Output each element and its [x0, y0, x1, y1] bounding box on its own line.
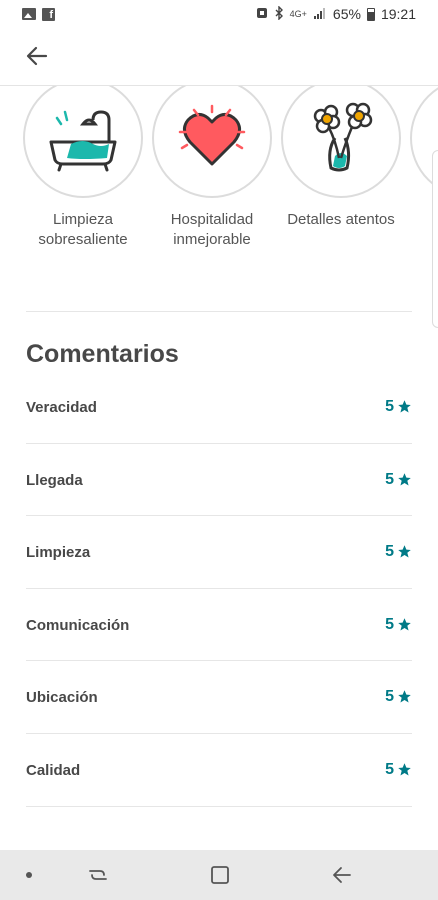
- bluetooth-icon: [274, 4, 284, 23]
- rating-label: Veracidad: [26, 399, 97, 416]
- app-bar: [0, 28, 438, 86]
- highlights-carousel[interactable]: Limpieza sobresaliente Hospitalidad inme…: [0, 86, 438, 306]
- rating-row-llegada: Llegada 5: [26, 444, 412, 517]
- home-icon[interactable]: [208, 863, 232, 887]
- star-icon: [398, 690, 411, 703]
- highlight-circle: [152, 86, 272, 198]
- ratings-list: Veracidad 5 Llegada 5 Limpieza 5 Comunic…: [26, 371, 412, 807]
- signal-icon: [313, 6, 327, 22]
- network-type: 4G+: [289, 9, 307, 19]
- status-bar: f 4G+ 65% 19:21: [0, 0, 438, 28]
- bathtub-icon: [49, 110, 117, 172]
- highlight-thoughtful-touches[interactable]: Detalles atentos: [279, 86, 403, 230]
- battery-icon: [366, 7, 375, 21]
- recent-apps-icon[interactable]: [86, 863, 110, 887]
- rating-label: Ubicación: [26, 689, 98, 707]
- rating-row-veracidad: Veracidad 5: [26, 371, 412, 444]
- status-left: f: [22, 7, 55, 21]
- rating-label: Calidad: [26, 761, 81, 779]
- back-button[interactable]: [22, 41, 52, 71]
- rating-value: 5: [385, 398, 394, 415]
- rating-label: Limpieza: [26, 544, 91, 562]
- gallery-notification-icon: [22, 8, 36, 20]
- rating-value: 5: [385, 615, 394, 633]
- rating-row-ubicacion: Ubicación 5: [26, 661, 412, 734]
- star-icon: [398, 763, 411, 776]
- highlight-circle: [23, 86, 143, 198]
- star-icon: [398, 472, 411, 486]
- system-back-icon[interactable]: [330, 863, 354, 887]
- rating-value: 5: [385, 543, 394, 561]
- highlight-hospitality[interactable]: Hospitalidad inmejorable: [150, 86, 274, 250]
- rating-value: 5: [385, 760, 394, 778]
- facebook-notification-icon: f: [42, 7, 55, 21]
- highlight-label: Hospitalidad inmejorable: [170, 211, 254, 248]
- star-icon: [398, 545, 411, 558]
- heart-icon: [178, 104, 246, 166]
- highlight-circle: [281, 86, 401, 198]
- scroll-indicator: [432, 150, 438, 328]
- rating-value: 5: [385, 688, 394, 706]
- star-icon: [398, 400, 411, 413]
- battery-percent: 65%: [332, 6, 361, 22]
- highlight-cleanliness[interactable]: Limpieza sobresaliente: [21, 86, 145, 250]
- system-nav-bar: [0, 850, 438, 900]
- rating-label: Llegada: [26, 471, 83, 489]
- highlight-label: Limpieza sobresaliente: [38, 211, 128, 248]
- rating-row-limpieza: Limpieza 5: [26, 516, 412, 589]
- rating-row-comunicacion: Comunicación 5: [26, 589, 412, 662]
- rating-row-calidad: Calidad 5: [26, 734, 412, 807]
- nav-dot-icon: [26, 872, 32, 878]
- rating-value: 5: [385, 470, 394, 488]
- status-right: 4G+ 65% 19:21: [256, 4, 416, 23]
- flowers-vase-icon: [313, 102, 373, 172]
- clock: 19:21: [380, 6, 416, 22]
- alarm-icon: [256, 6, 268, 22]
- highlight-label: Detalles atentos: [287, 211, 395, 228]
- star-icon: [398, 618, 411, 631]
- rating-label: Comunicación: [26, 616, 130, 634]
- divider: [26, 311, 412, 312]
- comments-title: Comentarios: [26, 340, 179, 368]
- back-arrow-icon: [26, 46, 48, 66]
